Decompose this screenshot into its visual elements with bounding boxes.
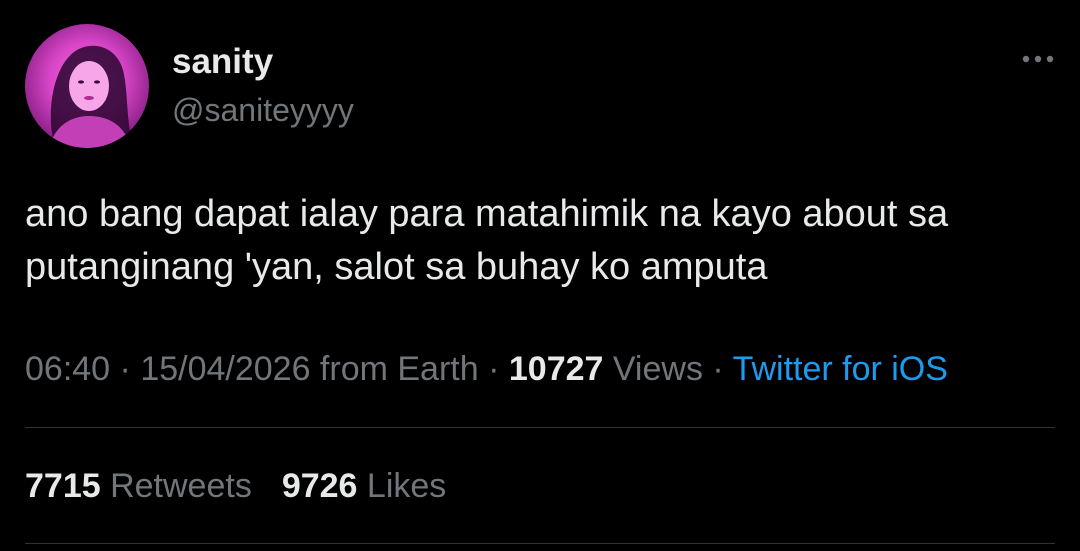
divider [25, 427, 1055, 428]
source-link[interactable]: Twitter for iOS [733, 350, 948, 388]
tweet-time[interactable]: 06:40 [25, 350, 110, 388]
tweet-date[interactable]: 15/04/2026 [140, 350, 310, 388]
retweets-label: Retweets [100, 467, 252, 505]
retweets-stat[interactable]: 7715 Retweets [25, 467, 252, 505]
likes-stat[interactable]: 9726 Likes [282, 467, 446, 505]
retweets-count: 7715 [25, 467, 101, 505]
avatar-photo [49, 45, 135, 148]
tweet-location: from Earth [310, 350, 479, 388]
tweet-text: ano bang dapat ialay para matahimik na k… [25, 193, 949, 288]
divider [25, 543, 1055, 544]
avatar[interactable] [25, 24, 149, 148]
meta-separator: · [110, 350, 141, 388]
display-name[interactable]: sanity [172, 44, 273, 79]
tweet-stats: 7715 Retweets 9726 Likes [25, 466, 446, 506]
tweet-meta: 06:40 · 15/04/2026 from Earth · 10727 Vi… [25, 349, 948, 389]
meta-separator: · [478, 350, 509, 388]
meta-separator: · [702, 350, 733, 388]
tweet-card: sanity @saniteyyyy ano bang dapat ialay … [0, 0, 1080, 551]
views-count: 10727 [508, 350, 604, 388]
likes-count: 9726 [281, 467, 358, 505]
likes-label: Likes [357, 467, 447, 505]
more-horizontal-icon[interactable] [1020, 52, 1056, 64]
views-label: Views [603, 350, 703, 388]
user-handle[interactable]: @saniteyyyy [172, 94, 354, 126]
